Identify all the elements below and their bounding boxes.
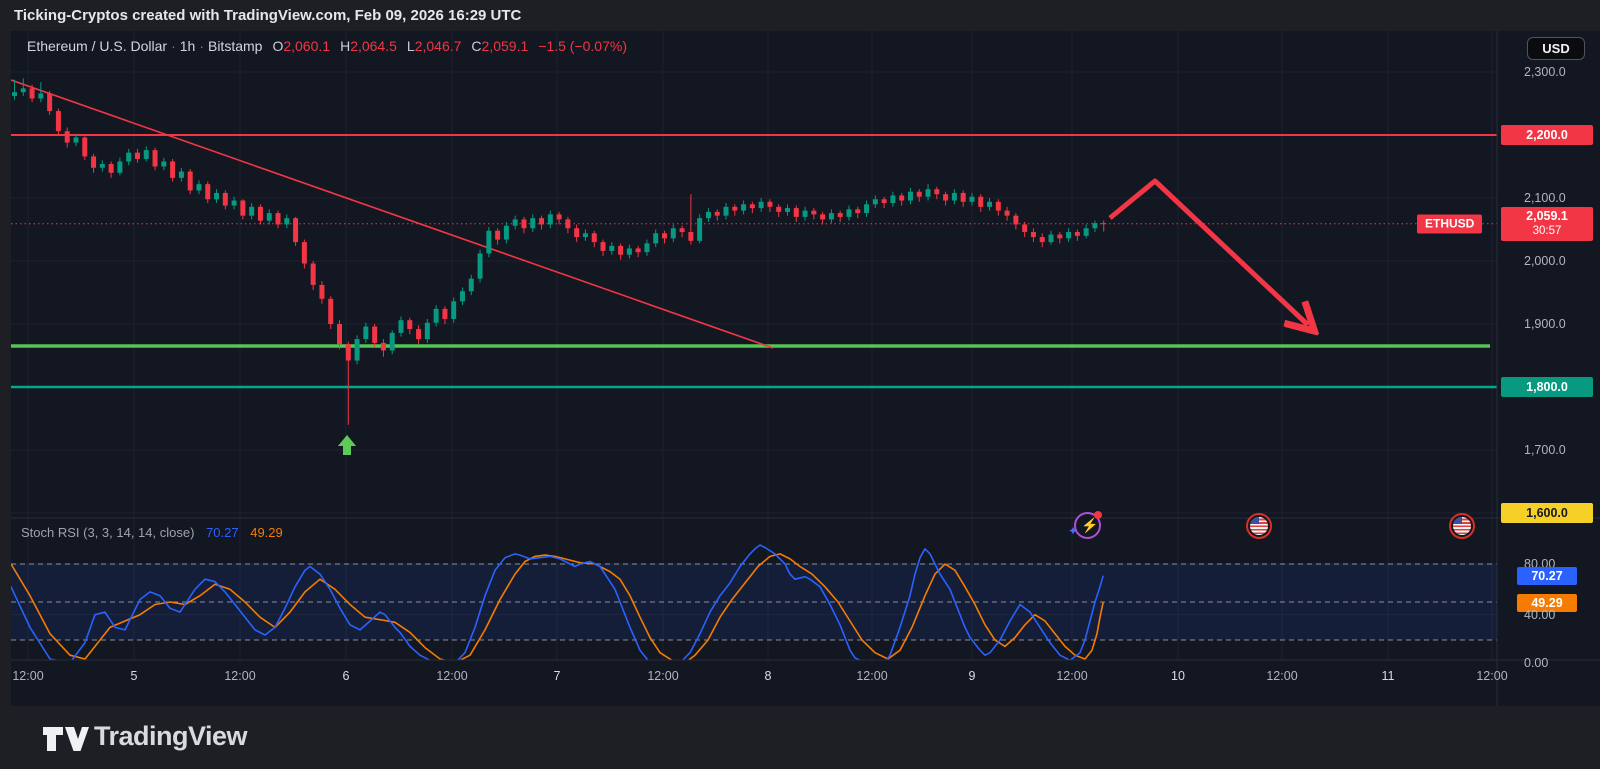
price-level-badge: 1,600.0: [1501, 503, 1593, 523]
ohlc-value: 2,060.1: [283, 38, 330, 54]
change-value: −1.5 (−0.07%): [538, 38, 627, 54]
price-axis-label: 2,100.0: [1524, 191, 1566, 205]
ohlc-key: C: [471, 38, 481, 54]
time-axis-label: 12:00: [647, 669, 678, 683]
candlestick-series[interactable]: [12, 78, 1106, 425]
stoch-rsi-title: Stoch RSI (3, 3, 14, 14, close): [21, 525, 194, 540]
us-economic-event-icon[interactable]: [1449, 513, 1475, 539]
time-axis-label: 12:00: [856, 669, 887, 683]
ohlc-key: O: [272, 38, 283, 54]
currency-toggle-button[interactable]: USD: [1527, 37, 1585, 60]
attribution-text: Ticking-Cryptos created with TradingView…: [14, 7, 521, 24]
tradingview-wordmark[interactable]: TradingView: [94, 721, 247, 752]
time-axis-label: 12:00: [12, 669, 43, 683]
time-axis-label: 12:00: [1056, 669, 1087, 683]
us-flag-icon: [1453, 517, 1471, 535]
exchange-label[interactable]: Bitstamp: [208, 38, 262, 54]
ohlc-values: O2,060.1 H2,064.5 L2,046.7 C2,059.1: [262, 38, 528, 54]
price-axis-label: 2,000.0: [1524, 254, 1566, 268]
chart-widget[interactable]: Ethereum / U.S. Dollar·1h·BitstampO2,060…: [11, 31, 1600, 706]
time-axis-label: 12:00: [1476, 669, 1507, 683]
time-axis-label: 12:00: [436, 669, 467, 683]
stoch-k-value: 70.27: [206, 525, 239, 540]
ohlc-key: H: [340, 38, 350, 54]
price-axis-label: 2,300.0: [1524, 65, 1566, 79]
lightning-bolt-icon: ⚡: [1081, 517, 1098, 534]
time-axis-label: 8: [765, 669, 772, 683]
stoch-axis-label: 40.00: [1524, 608, 1555, 622]
ohlc-value: 2,046.7: [415, 38, 462, 54]
price-level-badge: 1,800.0: [1501, 377, 1593, 397]
symbol-name[interactable]: Ethereum / U.S. Dollar: [27, 38, 167, 54]
ohlc-value: 2,059.1: [482, 38, 529, 54]
ohlc-key: L: [407, 38, 415, 54]
interval-label[interactable]: 1h: [180, 38, 196, 54]
price-axis-label: 1,900.0: [1524, 317, 1566, 331]
time-axis-label: 7: [554, 669, 561, 683]
price-axis-label: 1,700.0: [1524, 443, 1566, 457]
ohlc-value: 2,064.5: [350, 38, 397, 54]
stoch-value-badge: 70.27: [1517, 567, 1577, 585]
descending-trendline[interactable]: [11, 80, 773, 348]
time-axis-label: 6: [343, 669, 350, 683]
current-price-badge: 2,059.130:57: [1501, 207, 1593, 241]
symbol-legend: Ethereum / U.S. Dollar·1h·BitstampO2,060…: [27, 38, 627, 54]
time-axis-label: 5: [131, 669, 138, 683]
time-axis-label: 12:00: [1266, 669, 1297, 683]
time-axis-label: 10: [1171, 669, 1185, 683]
bearish-projection-arrow[interactable]: [1110, 181, 1308, 325]
notification-dot: [1094, 511, 1102, 519]
buy-arrow-stem: [343, 445, 351, 455]
us-flag-icon: [1250, 517, 1268, 535]
stoch-axis-label: 0.00: [1524, 656, 1548, 670]
price-level-badge: 2,200.0: [1501, 125, 1593, 145]
attribution-bar: Ticking-Cryptos created with TradingView…: [0, 0, 1600, 31]
stoch-rsi-legend[interactable]: Stoch RSI (3, 3, 14, 14, close) 70.27 49…: [21, 525, 283, 540]
tradingview-snapshot: Ticking-Cryptos created with TradingView…: [0, 0, 1600, 769]
stoch-d-value: 49.29: [250, 525, 283, 540]
tradingview-logo-icon[interactable]: [42, 726, 90, 752]
time-axis-label: 11: [1382, 669, 1395, 683]
symbol-name-badge: ETHUSD: [1417, 214, 1482, 233]
price-chart-canvas[interactable]: [11, 31, 1600, 706]
time-axis-label: 12:00: [224, 669, 255, 683]
time-axis-label: 9: [969, 669, 976, 683]
us-economic-event-icon[interactable]: [1246, 513, 1272, 539]
live-event-lightning-icon[interactable]: ⚡ ✦: [1074, 512, 1101, 539]
brand-bar: TradingView: [0, 706, 1600, 769]
sparkle-icon: ✦: [1068, 524, 1078, 538]
